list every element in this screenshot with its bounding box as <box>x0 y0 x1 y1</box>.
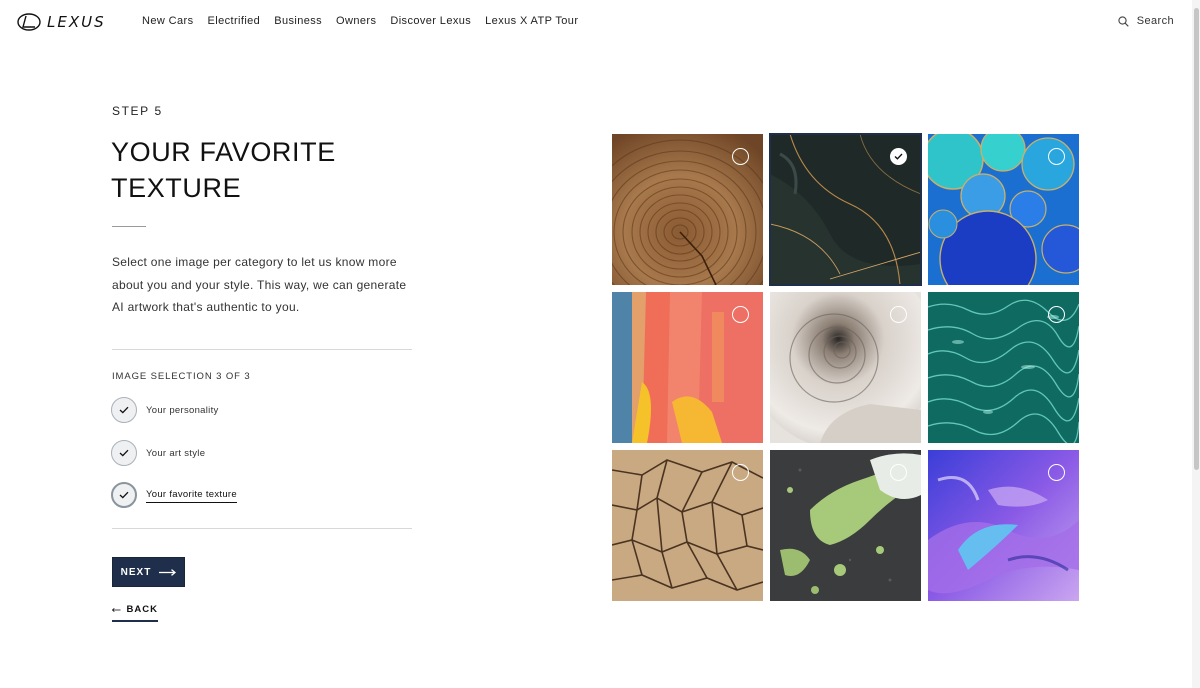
texture-option-purple-fluid[interactable] <box>928 450 1079 601</box>
texture-option-blue-bubbles[interactable] <box>928 134 1079 285</box>
nav-owners[interactable]: Owners <box>336 15 376 27</box>
selection-item-art-style[interactable]: Your art style <box>111 440 205 466</box>
select-radio[interactable] <box>732 306 749 323</box>
scrollbar-thumb[interactable] <box>1194 8 1199 470</box>
step-label: STEP 5 <box>112 104 163 118</box>
texture-option-orange-paint[interactable] <box>612 292 763 443</box>
page-scrollbar[interactable] <box>1192 0 1200 688</box>
selection-progress-label: IMAGE SELECTION 3 OF 3 <box>112 371 251 382</box>
nav-lexus-atp-tour[interactable]: Lexus X ATP Tour <box>485 15 578 27</box>
texture-option-cracked-earth[interactable] <box>612 450 763 601</box>
select-radio-checked[interactable] <box>890 148 907 165</box>
selection-item-label: Your art style <box>146 447 206 459</box>
lexus-emblem-icon <box>17 13 41 31</box>
selection-item-personality[interactable]: Your personality <box>111 397 219 423</box>
lexus-logo[interactable]: LEXUS <box>17 13 106 31</box>
texture-option-teal-water[interactable] <box>928 292 1079 443</box>
check-icon <box>894 153 903 160</box>
next-button[interactable]: NEXT <box>112 557 185 587</box>
nav-business[interactable]: Business <box>274 15 322 27</box>
nav-discover-lexus[interactable]: Discover Lexus <box>390 15 471 27</box>
check-icon <box>111 397 137 423</box>
logo-wordmark: LEXUS <box>47 13 106 31</box>
select-radio[interactable] <box>1048 148 1065 165</box>
page-title: YOUR FAVORITE TEXTURE <box>111 137 336 203</box>
arrow-right-icon <box>159 568 177 576</box>
selection-item-label: Your personality <box>146 404 219 416</box>
arrow-left-icon <box>112 607 121 612</box>
site-header: LEXUS New Cars Electrified Business Owne… <box>0 0 1200 44</box>
back-link[interactable]: BACK <box>112 604 158 622</box>
search-icon <box>1118 15 1129 27</box>
check-icon <box>111 482 137 508</box>
main-nav: New Cars Electrified Business Owners Dis… <box>142 15 578 27</box>
texture-option-wood-rings[interactable] <box>612 134 763 285</box>
section-divider-top <box>112 349 412 350</box>
search-label: Search <box>1136 15 1174 27</box>
nav-electrified[interactable]: Electrified <box>208 15 261 27</box>
selection-item-favorite-texture[interactable]: Your favorite texture <box>111 482 237 508</box>
texture-option-green-splatter[interactable] <box>770 450 921 601</box>
select-radio[interactable] <box>1048 464 1065 481</box>
select-radio[interactable] <box>732 464 749 481</box>
section-divider-bottom <box>112 528 412 529</box>
back-link-label: BACK <box>126 604 158 615</box>
texture-image-grid <box>612 133 1080 602</box>
check-icon <box>111 440 137 466</box>
selection-item-label: Your favorite texture <box>146 489 237 503</box>
texture-option-dark-marble[interactable] <box>769 133 922 286</box>
select-radio[interactable] <box>732 148 749 165</box>
texture-option-nautilus-shell[interactable] <box>770 292 921 443</box>
step-description: Select one image per category to let us … <box>112 255 407 314</box>
search-button[interactable]: Search <box>1118 15 1174 27</box>
next-button-label: NEXT <box>120 566 152 578</box>
select-radio[interactable] <box>1048 306 1065 323</box>
title-divider <box>112 226 146 227</box>
nav-new-cars[interactable]: New Cars <box>142 15 194 27</box>
select-radio[interactable] <box>890 464 907 481</box>
select-radio[interactable] <box>890 306 907 323</box>
